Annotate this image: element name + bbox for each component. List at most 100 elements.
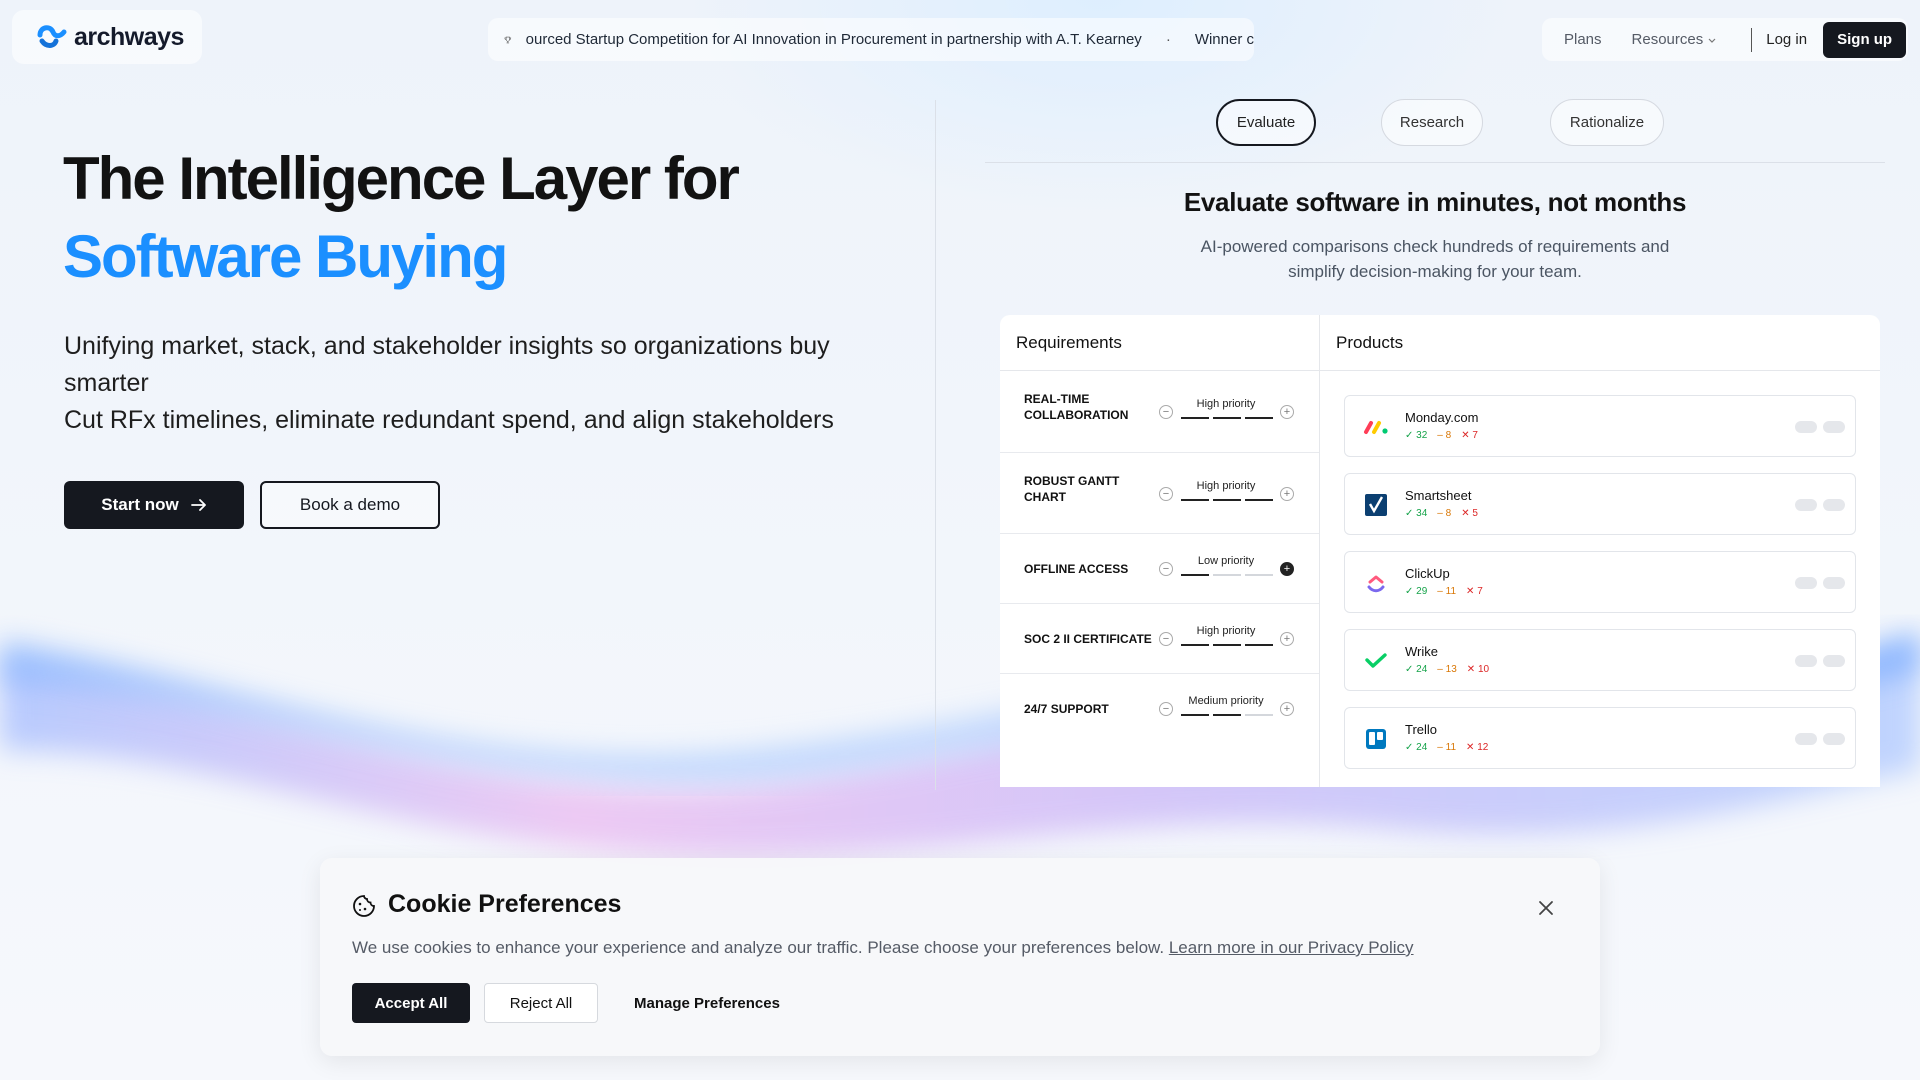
minus-icon[interactable]: − <box>1159 562 1173 576</box>
monday-logo-icon <box>1359 410 1393 444</box>
requirement-label: 24/7 SUPPORT <box>1024 702 1109 716</box>
cookie-description: We use cookies to enhance your experienc… <box>352 938 1414 958</box>
close-icon[interactable] <box>1536 898 1556 918</box>
feature-tabs: Evaluate Research Rationalize <box>985 97 1885 163</box>
product-name: Wrike <box>1405 644 1438 659</box>
brand-name: archways <box>74 22 184 51</box>
product-card-wrike[interactable]: Wrike ✓ 24 – 13 ✕ 10 <box>1344 629 1856 691</box>
ticker-text: ourced Startup Competition for AI Innova… <box>525 31 1142 48</box>
privacy-policy-link[interactable]: Learn more in our Privacy Policy <box>1169 938 1414 957</box>
priority-label: High priority <box>1196 398 1256 410</box>
minus-icon[interactable]: − <box>1159 702 1173 716</box>
toggle-pill[interactable] <box>1823 655 1845 667</box>
product-stats: ✓ 29 – 11 ✕ 7 <box>1405 586 1483 597</box>
book-demo-button[interactable]: Book a demo <box>260 481 440 529</box>
requirement-row[interactable]: ROBUST GANTT CHART − High priority + <box>1000 453 1319 534</box>
plus-icon[interactable]: + <box>1280 702 1294 716</box>
priority-bars <box>1181 644 1273 646</box>
login-link[interactable]: Log in <box>1766 31 1807 48</box>
toggle-pill[interactable] <box>1795 421 1817 433</box>
met-count: ✓ 29 <box>1405 586 1428 597</box>
requirement-row[interactable]: OFFLINE ACCESS − Low priority + <box>1000 534 1319 604</box>
cookie-icon <box>353 895 375 917</box>
announcement-ticker[interactable]: ourced Startup Competition for AI Innova… <box>488 18 1254 61</box>
requirements-header: Requirements <box>1000 315 1319 371</box>
product-card-monday[interactable]: Monday.com ✓ 32 – 8 ✕ 7 <box>1344 395 1856 457</box>
minus-icon[interactable]: − <box>1159 632 1173 646</box>
nav-resources-label: Resources <box>1631 31 1704 48</box>
product-card-clickup[interactable]: ClickUp ✓ 29 – 11 ✕ 7 <box>1344 551 1856 613</box>
toggle-pill[interactable] <box>1795 733 1817 745</box>
toggle-pill[interactable] <box>1823 499 1845 511</box>
smartsheet-logo-icon <box>1359 488 1393 522</box>
priority-label: Medium priority <box>1188 695 1264 707</box>
hero-title-line1: The Intelligence Layer for <box>63 145 740 212</box>
arrow-right-icon <box>190 499 206 511</box>
chevron-down-icon <box>1708 38 1716 43</box>
reject-all-button[interactable]: Reject All <box>484 983 598 1023</box>
toggle-pill[interactable] <box>1823 733 1845 745</box>
unmet-count: ✕ 12 <box>1466 742 1489 753</box>
tab-evaluate[interactable]: Evaluate <box>1216 99 1316 146</box>
requirement-row[interactable]: 24/7 SUPPORT − Medium priority + <box>1000 674 1319 744</box>
toggle-pill[interactable] <box>1795 577 1817 589</box>
unmet-count: ✕ 5 <box>1461 508 1478 519</box>
priority-label: High priority <box>1196 480 1256 492</box>
met-count: ✓ 24 <box>1405 742 1428 753</box>
priority-bars <box>1181 499 1273 501</box>
priority-bars <box>1181 714 1273 716</box>
toggle-pill[interactable] <box>1823 421 1845 433</box>
clickup-logo-icon <box>1359 566 1393 600</box>
manage-preferences-button[interactable]: Manage Preferences <box>634 983 780 1023</box>
met-count: ✓ 32 <box>1405 430 1428 441</box>
accept-all-button[interactable]: Accept All <box>352 983 470 1023</box>
minus-icon[interactable]: − <box>1159 405 1173 419</box>
toggle-pill[interactable] <box>1795 499 1817 511</box>
product-stats: ✓ 34 – 8 ✕ 5 <box>1405 508 1478 519</box>
hero-subtitle-line2: Cut RFx timelines, eliminate redundant s… <box>64 406 834 434</box>
requirement-row[interactable]: REAL-TIME COLLABORATION − High priority … <box>1000 371 1319 453</box>
hero-subtitle-line1: Unifying market, stack, and stakeholder … <box>64 332 830 397</box>
requirement-label: OFFLINE ACCESS <box>1024 562 1129 576</box>
priority-label: Low priority <box>1197 555 1255 567</box>
comparison-card: Requirements REAL-TIME COLLABORATION − H… <box>1000 315 1880 787</box>
section-divider <box>935 100 936 790</box>
minus-icon[interactable]: − <box>1159 487 1173 501</box>
requirement-label: SOC 2 II CERTIFICATE <box>1024 632 1152 646</box>
signup-button[interactable]: Sign up <box>1823 21 1907 58</box>
partial-count: – 8 <box>1437 508 1452 519</box>
toggle-pill[interactable] <box>1823 577 1845 589</box>
product-card-smartsheet[interactable]: Smartsheet ✓ 34 – 8 ✕ 5 <box>1344 473 1856 535</box>
plus-icon[interactable]: + <box>1280 405 1294 419</box>
trello-logo-icon <box>1359 722 1393 756</box>
partial-count: – 11 <box>1437 742 1457 753</box>
archways-logo-icon <box>37 25 67 48</box>
product-name: ClickUp <box>1405 566 1450 581</box>
tab-research[interactable]: Research <box>1381 99 1483 146</box>
start-now-button[interactable]: Start now <box>64 481 244 529</box>
requirement-row[interactable]: SOC 2 II CERTIFICATE − High priority + <box>1000 604 1319 674</box>
plus-icon[interactable]: + <box>1280 632 1294 646</box>
plus-icon[interactable]: + <box>1280 562 1294 576</box>
product-card-trello[interactable]: Trello ✓ 24 – 11 ✕ 12 <box>1344 707 1856 769</box>
products-column: Products Monday.com ✓ 32 – 8 ✕ 7 Smartsh… <box>1320 315 1880 787</box>
priority-bars <box>1181 417 1273 419</box>
top-nav: Plans Resources Log in Sign up <box>1542 18 1908 61</box>
unmet-count: ✕ 7 <box>1461 430 1478 441</box>
nav-plans[interactable]: Plans <box>1564 31 1602 48</box>
plus-icon[interactable]: + <box>1280 487 1294 501</box>
products-header: Products <box>1320 315 1880 371</box>
partial-count: – 8 <box>1437 430 1452 441</box>
tab-rationalize[interactable]: Rationalize <box>1550 99 1664 146</box>
trophy-icon <box>504 36 512 43</box>
product-stats: ✓ 24 – 11 ✕ 12 <box>1405 742 1488 753</box>
logo[interactable]: archways <box>12 10 202 64</box>
ticker-separator: · <box>1165 31 1171 48</box>
toggle-pill[interactable] <box>1795 655 1817 667</box>
section-title: Evaluate software in minutes, not months <box>1183 187 1687 217</box>
hero-title-accent: Software Buying <box>63 223 508 290</box>
cookie-description-text: We use cookies to enhance your experienc… <box>352 938 1165 957</box>
nav-resources[interactable]: Resources <box>1632 31 1718 48</box>
product-stats: ✓ 24 – 13 ✕ 10 <box>1405 664 1489 675</box>
partial-count: – 13 <box>1437 664 1457 675</box>
